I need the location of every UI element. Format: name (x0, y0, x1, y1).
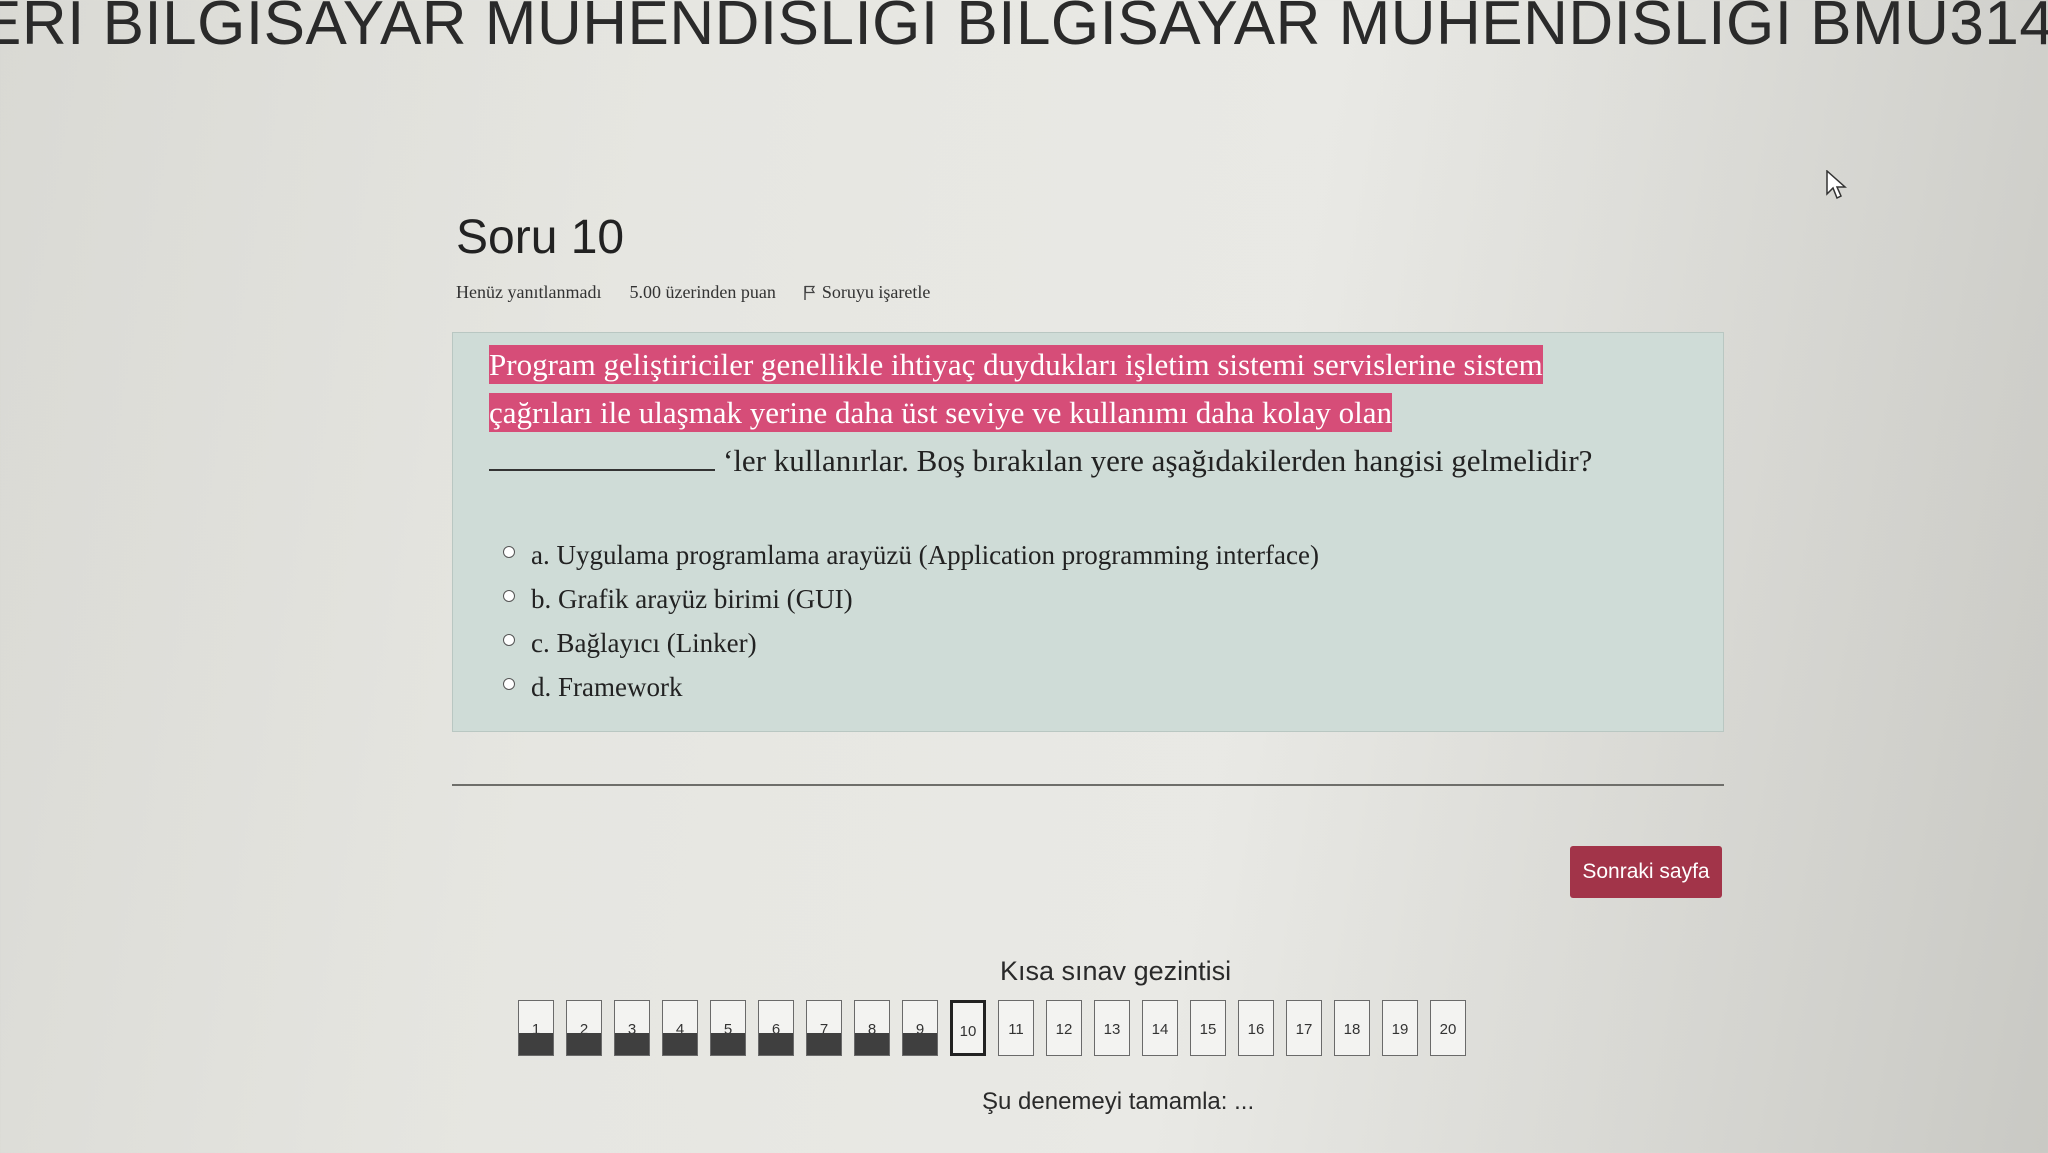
finish-attempt-link[interactable]: Şu denemeyi tamamla: ... (982, 1088, 1254, 1116)
flag-icon (804, 285, 816, 300)
quiz-navigation: 1 2 3 4 5 6 7 8 9 10 11 12 13 14 15 16 17 18 19 20 (518, 1000, 1466, 1056)
option-c-label[interactable]: c. Bağlayıcı (Linker) (531, 628, 757, 659)
nav-button-15[interactable]: 15 (1190, 1000, 1226, 1056)
nav-button-1[interactable]: 1 (518, 1000, 554, 1056)
question-status: Henüz yanıtlanmadı (456, 282, 602, 302)
nav-button-7[interactable]: 7 (806, 1000, 842, 1056)
nav-button-17[interactable]: 17 (1286, 1000, 1322, 1056)
question-points: 5.00 üzerinden puan (629, 282, 776, 302)
next-page-button[interactable]: Sonraki sayfa (1570, 846, 1722, 898)
option-a-label[interactable]: a. Uygulama programlama arayüzü (Applica… (531, 540, 1319, 571)
option-d-radio[interactable] (503, 678, 515, 690)
question-text-highlight-1: Program geliştiriciler genellikle ihtiya… (489, 345, 1543, 384)
course-title: ERI BILGISAYAR MÜHENDISLIGI BILGISAYAR M… (0, 0, 2048, 58)
question-box: Program geliştiriciler genellikle ihtiya… (452, 332, 1724, 732)
answer-options: a. Uygulama programlama arayüzü (Applica… (503, 533, 1319, 709)
question-text-rest: ‘ler kullanırlar. Boş bırakılan yere aşa… (723, 443, 1593, 478)
blank-line (489, 443, 715, 471)
divider (452, 784, 1724, 786)
question-meta: Henüz yanıtlanmadı 5.00 üzerinden puan S… (456, 282, 930, 303)
option-d-label[interactable]: d. Framework (531, 672, 682, 703)
question-text: Program geliştiriciler genellikle ihtiya… (489, 341, 1699, 485)
option-a[interactable]: a. Uygulama programlama arayüzü (Applica… (503, 533, 1319, 577)
option-c-radio[interactable] (503, 634, 515, 646)
nav-button-10[interactable]: 10 (950, 1000, 986, 1056)
option-b-radio[interactable] (503, 590, 515, 602)
option-a-radio[interactable] (503, 546, 515, 558)
nav-button-5[interactable]: 5 (710, 1000, 746, 1056)
question-title: Soru 10 (456, 211, 625, 264)
nav-button-16[interactable]: 16 (1238, 1000, 1274, 1056)
nav-button-18[interactable]: 18 (1334, 1000, 1370, 1056)
question-text-highlight-2: çağrıları ile ulaşmak yerine daha üst se… (489, 393, 1392, 432)
nav-button-4[interactable]: 4 (662, 1000, 698, 1056)
option-b-label[interactable]: b. Grafik arayüz birimi (GUI) (531, 584, 853, 615)
nav-button-20[interactable]: 20 (1430, 1000, 1466, 1056)
nav-button-9[interactable]: 9 (902, 1000, 938, 1056)
nav-button-8[interactable]: 8 (854, 1000, 890, 1056)
option-b[interactable]: b. Grafik arayüz birimi (GUI) (503, 577, 1319, 621)
nav-button-11[interactable]: 11 (998, 1000, 1034, 1056)
quiz-navigation-title: Kısa sınav gezintisi (1000, 956, 1232, 986)
nav-button-13[interactable]: 13 (1094, 1000, 1130, 1056)
nav-button-19[interactable]: 19 (1382, 1000, 1418, 1056)
nav-button-12[interactable]: 12 (1046, 1000, 1082, 1056)
nav-button-14[interactable]: 14 (1142, 1000, 1178, 1056)
nav-button-6[interactable]: 6 (758, 1000, 794, 1056)
cursor-arrow-icon (1826, 170, 1847, 200)
nav-button-2[interactable]: 2 (566, 1000, 602, 1056)
flag-question-label: Soruyu işaretle (821, 282, 931, 302)
flag-question-link[interactable]: Soruyu işaretle (804, 282, 930, 303)
option-d[interactable]: d. Framework (503, 665, 1319, 709)
option-c[interactable]: c. Bağlayıcı (Linker) (503, 621, 1319, 665)
nav-button-3[interactable]: 3 (614, 1000, 650, 1056)
